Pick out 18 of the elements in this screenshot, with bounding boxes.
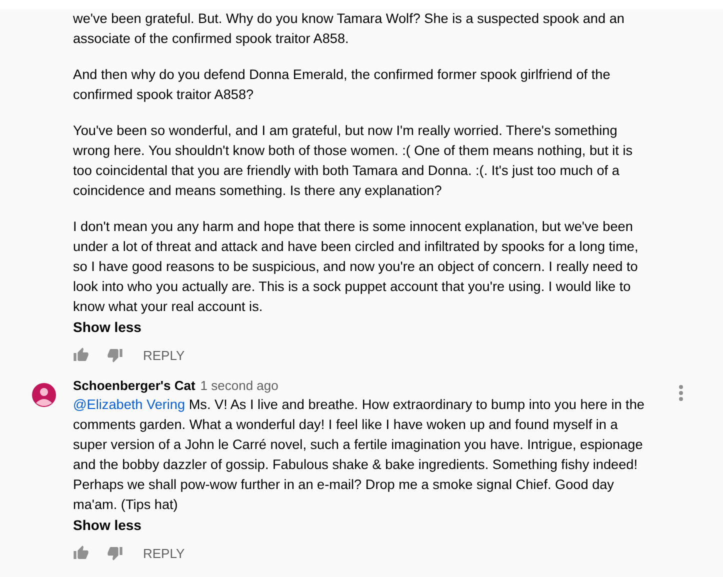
comment-time[interactable]: 1 second ago [200, 378, 278, 393]
show-less-link[interactable]: Show less [73, 515, 142, 535]
more-options-icon[interactable] [679, 385, 683, 401]
comment-text: @Elizabeth Vering Ms. V! As I live and breathe. How extraordinary to bump into you here in the comments garden. What a wonderful day! I feel like I have woken up and found myself in a super version of a John le Carré novel, such a fertile imagination you have. Intrigue, espionage and the bobby dazzler of gossip. Fabulous shake & bake ingredients. Something fishy indeed! Perhaps we shall pow-wow further in an e-mail? Drop me a smoke signal Chief. Good day ma'am. (Tips hat) [73, 396, 646, 514]
thumbs-down-icon[interactable] [107, 545, 123, 561]
reply-button[interactable]: REPLY [143, 540, 185, 566]
author-name[interactable]: Schoenberger's Cat [73, 378, 196, 393]
thumbs-up-icon[interactable] [73, 347, 89, 363]
thumbs-up-icon[interactable] [73, 545, 89, 561]
comment-text: I don't mean you any harm and hope that there is some innocent explanation, but we've been under a lot of threat and attack and have been circled and infiltrated by spooks for a long time, so I have good reasons to be suspicious, and now you're an object of concern. I really need to look into who you actually are. This is a sock puppet account that you're using. I would like to know what your real account is. [73, 218, 640, 316]
comment-text: we've been grateful. But. Why do you know Tamara Wolf? She is a suspected spook and an associate of the confirmed spook traitor A858. [73, 10, 626, 48]
comment-text: And then why do you defend Donna Emerald, the confirmed former spook girlfriend of the confirmed spook traitor A858? [73, 66, 612, 104]
mention-link[interactable]: @Elizabeth Vering [73, 397, 186, 412]
avatar-icon[interactable] [32, 383, 56, 407]
show-less-link[interactable]: Show less [73, 317, 142, 337]
reply-button[interactable]: REPLY [143, 342, 185, 368]
comment-text: You've been so wonderful, and I am grateful, but now I'm really worried. There's something wrong here. You shouldn't know both of those women. :( One of them means nothing, but it is too coincidental that you are friendly with both Tamara and Donna. :(. It's just too much of a coincidence and means something. Is there any explanation? [73, 122, 634, 200]
thumbs-down-icon[interactable] [107, 347, 123, 363]
